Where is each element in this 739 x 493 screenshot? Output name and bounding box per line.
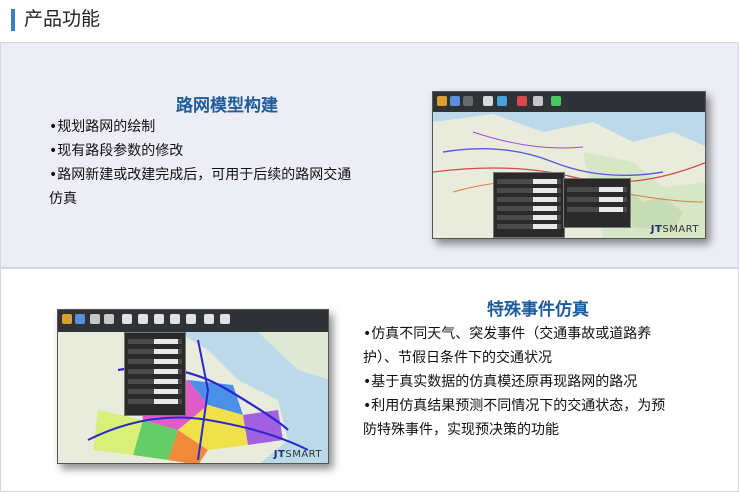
event-simulation-screenshot: JTSMART bbox=[57, 309, 329, 464]
jtsmart-logo: JTSMART bbox=[650, 224, 699, 235]
parameter-dialog bbox=[493, 172, 565, 238]
toolbar-icon bbox=[104, 314, 114, 324]
bullet-item: •基于真实数据的仿真模还原再现路网的路况 bbox=[363, 374, 638, 390]
toolbar-icon bbox=[204, 314, 214, 324]
bullet-item: 护）、节假日条件下的交通状况 bbox=[363, 350, 552, 366]
feature-panel-road-network: 路网模型构建 •规划路网的绘制 •现有路段参数的修改 •路网新建或改建完成后，可… bbox=[0, 42, 739, 268]
bullet-item: 仿真 bbox=[49, 191, 77, 207]
page-header: 产品功能 bbox=[0, 0, 739, 42]
jtsmart-logo: JTSMART bbox=[273, 449, 322, 460]
toolbar-icon bbox=[154, 314, 164, 324]
toolbar-icon bbox=[220, 314, 230, 324]
toolbar-icon bbox=[122, 314, 132, 324]
toolbar-icon bbox=[75, 314, 85, 324]
bullet-list-special-events: •仿真不同天气、突发事件（交通事故或道路养 护）、节假日条件下的交通状况 •基于… bbox=[363, 322, 665, 442]
map-screenshot-icon bbox=[58, 310, 328, 463]
bullet-item: •路网新建或改建完成后，可用于后续的路网交通 bbox=[49, 167, 352, 183]
section-title-special-events: 特殊事件仿真 bbox=[487, 300, 589, 320]
bullet-item: •仿真不同天气、突发事件（交通事故或道路养 bbox=[363, 326, 652, 342]
section-title-road-network: 路网模型构建 bbox=[176, 96, 278, 116]
bullet-item: 防特殊事件，实现预决策的功能 bbox=[363, 422, 559, 438]
header-accent-bar bbox=[11, 9, 15, 31]
toolbar-icon bbox=[497, 96, 507, 106]
toolbar-icon bbox=[186, 314, 196, 324]
parameter-dialog-2 bbox=[563, 178, 631, 228]
toolbar-icon bbox=[437, 96, 447, 106]
toolbar-icon bbox=[170, 314, 180, 324]
toolbar-icon bbox=[138, 314, 148, 324]
bullet-list-road-network: •规划路网的绘制 •现有路段参数的修改 •路网新建或改建完成后，可用于后续的路网… bbox=[49, 115, 351, 211]
toolbar-icon bbox=[463, 96, 473, 106]
road-network-screenshot: JTSMART bbox=[432, 91, 706, 239]
toolbar-icon bbox=[551, 96, 561, 106]
bullet-item: •利用仿真结果预测不同情况下的交通状态，为预 bbox=[363, 398, 666, 414]
toolbar-icon bbox=[533, 96, 543, 106]
bullet-item: •现有路段参数的修改 bbox=[49, 143, 184, 159]
page-title: 产品功能 bbox=[24, 8, 101, 30]
event-settings-dialog bbox=[124, 332, 186, 416]
toolbar-icon bbox=[517, 96, 527, 106]
app-toolbar bbox=[433, 92, 705, 112]
bullet-item: •规划路网的绘制 bbox=[49, 119, 156, 135]
toolbar-icon bbox=[62, 314, 72, 324]
feature-panel-special-events: 特殊事件仿真 •仿真不同天气、突发事件（交通事故或道路养 护）、节假日条件下的交… bbox=[0, 268, 739, 492]
toolbar-icon bbox=[483, 96, 493, 106]
toolbar-icon bbox=[450, 96, 460, 106]
app-toolbar bbox=[58, 310, 328, 332]
toolbar-icon bbox=[90, 314, 100, 324]
